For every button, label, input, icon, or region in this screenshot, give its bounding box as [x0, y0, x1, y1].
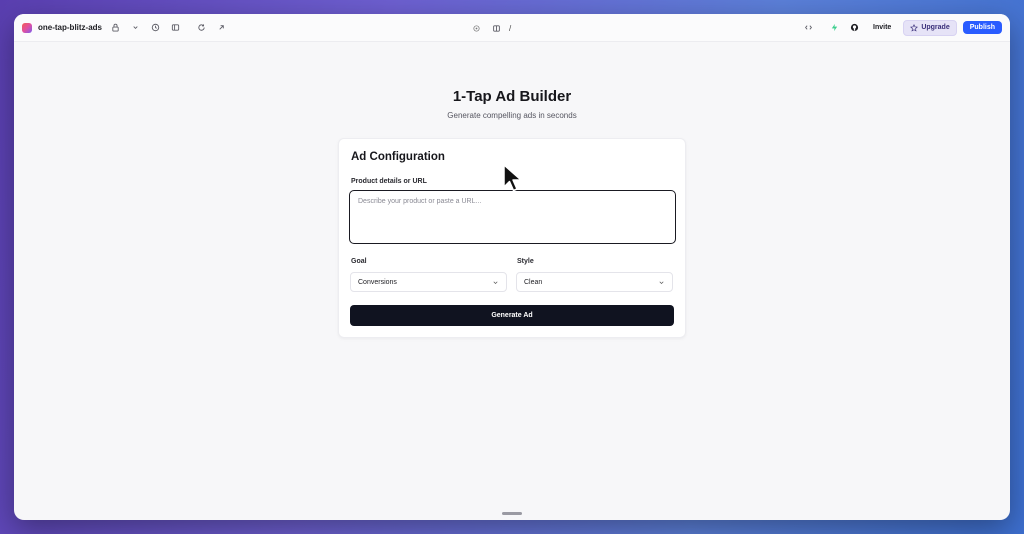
upgrade-button[interactable]: Upgrade: [903, 19, 957, 36]
style-select-value: Clean: [524, 278, 543, 286]
github-icon[interactable]: [847, 21, 861, 35]
chevron-down-icon[interactable]: [128, 21, 142, 35]
goal-label: Goal: [351, 258, 367, 265]
goal-select[interactable]: Conversions: [350, 272, 507, 292]
refresh-icon[interactable]: [194, 21, 208, 35]
open-external-icon[interactable]: [214, 21, 228, 35]
page-title: 1-Tap Ad Builder: [452, 88, 572, 105]
resize-handle[interactable]: [502, 512, 522, 515]
goal-select-value: Conversions: [358, 278, 397, 286]
product-input[interactable]: [349, 190, 676, 244]
top-toolbar: one-tap-blitz-ads / Invite Upgrade Publi…: [14, 14, 1010, 42]
app-logo[interactable]: [22, 22, 32, 33]
page-icon[interactable]: [489, 21, 503, 35]
page-subtitle: Generate compelling ads in seconds: [447, 111, 577, 120]
sidebar-toggle-icon[interactable]: [168, 21, 182, 35]
product-label: Product details or URL: [351, 178, 427, 185]
app-window: one-tap-blitz-ads / Invite Upgrade Publi…: [14, 14, 1010, 520]
publish-button[interactable]: Publish: [962, 21, 1002, 34]
history-icon[interactable]: [148, 21, 162, 35]
invite-button[interactable]: Invite: [867, 21, 897, 34]
style-select[interactable]: Clean: [516, 272, 673, 292]
address-input[interactable]: [517, 21, 607, 35]
chevron-down-icon: [659, 281, 664, 284]
upgrade-label: Upgrade: [921, 24, 950, 31]
preview-area: 1-Tap Ad Builder Generate compelling ads…: [14, 42, 1010, 520]
mouse-cursor-icon: [503, 164, 522, 192]
supabase-icon[interactable]: [827, 21, 841, 35]
card-title: Ad Configuration: [351, 151, 445, 163]
generate-ad-button[interactable]: Generate Ad: [350, 305, 674, 326]
style-label: Style: [517, 258, 534, 265]
code-icon[interactable]: [801, 21, 815, 35]
dev-mode-icon[interactable]: [469, 21, 483, 35]
project-name[interactable]: one-tap-blitz-ads: [38, 23, 102, 32]
lock-icon: [108, 21, 122, 35]
route-path[interactable]: /: [509, 24, 511, 33]
chevron-down-icon: [493, 281, 498, 284]
star-icon: [910, 23, 919, 32]
